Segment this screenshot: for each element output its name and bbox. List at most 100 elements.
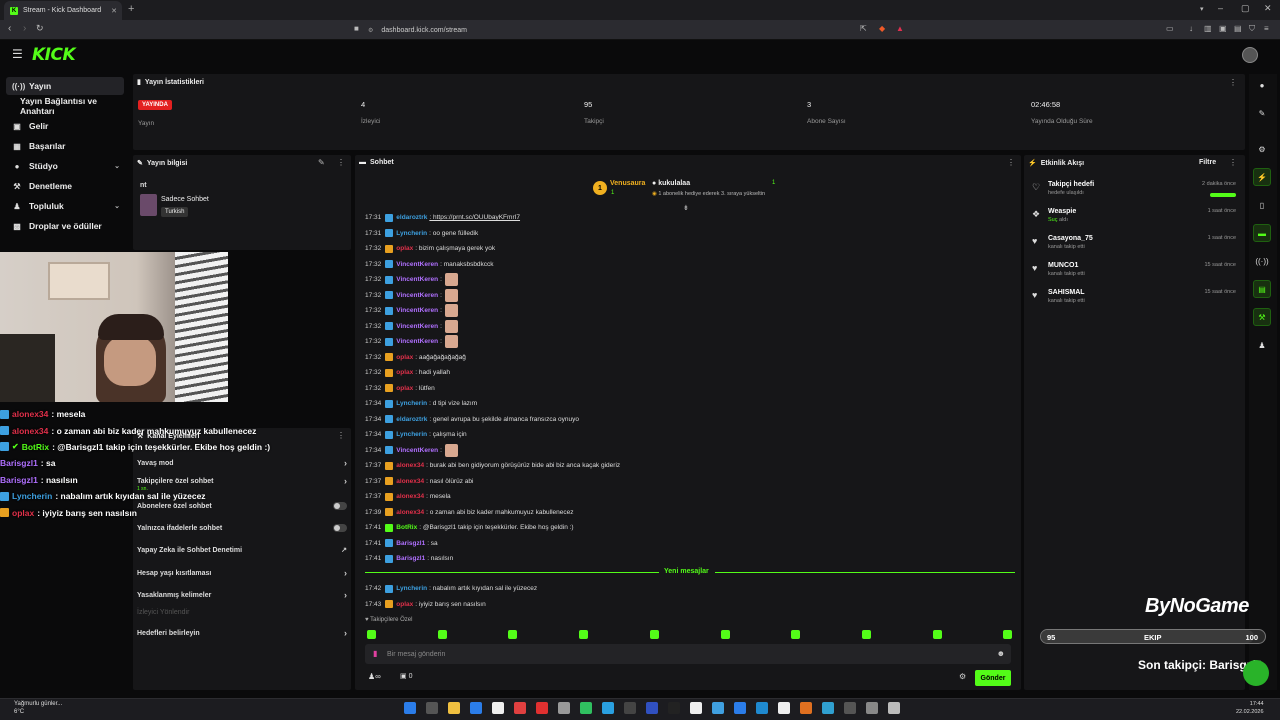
chat-message[interactable]: 17:32 VincentKeren: — [365, 288, 1015, 304]
message-user[interactable]: eldaroztrk — [396, 214, 427, 221]
bookmark-icon[interactable]: ■ — [354, 24, 359, 33]
chat-message[interactable]: 17:37 alonex34: burak abi ben gidiyorum g… — [365, 458, 1015, 474]
chat-message[interactable]: 17:39 alonex34: o zaman abi biz kader mah… — [365, 505, 1015, 521]
vpn-icon[interactable]: ⛉ — [1249, 24, 1255, 34]
message-user[interactable]: VincentKeren — [396, 292, 438, 299]
message-user[interactable]: VincentKeren — [396, 276, 438, 283]
browser-tab[interactable]: K Stream - Kick Dashboard ✕ — [4, 1, 122, 20]
chat-message[interactable]: 17:32 VincentKeren: — [365, 334, 1015, 350]
actions-toolbar-icon[interactable]: ▤ — [1253, 280, 1271, 298]
activity-event[interactable]: ❖ Weaspie Suç aldı 1 saat önce — [1032, 208, 1238, 223]
chat-message[interactable]: 17:37 alonex34: nasıl ölürüz abi — [365, 474, 1015, 490]
taskbar-app-icon[interactable] — [448, 702, 460, 714]
taskbar-app-icon[interactable] — [646, 702, 658, 714]
microphone-icon[interactable]: ▮ — [373, 649, 377, 658]
pencil-icon[interactable]: ✎ — [1253, 104, 1271, 122]
quick-emote-icon[interactable] — [579, 630, 589, 639]
tab-search-icon[interactable]: ▾ — [1200, 5, 1204, 13]
maximize-icon[interactable]: ▢ — [1241, 3, 1250, 14]
chat-message[interactable]: 17:41 Barisgzl1: sa — [365, 536, 1015, 552]
taskbar-app-icon[interactable] — [602, 702, 614, 714]
message-user[interactable]: alonex34 — [396, 478, 424, 485]
chat-message[interactable]: 17:41 Barisgzl1: nasılsın — [365, 551, 1015, 567]
info-icon[interactable]: ● — [1253, 76, 1271, 94]
message-user[interactable]: oplax — [396, 354, 413, 361]
taskbar-app-icon[interactable] — [514, 702, 526, 714]
chat-more-icon[interactable]: ⋮ — [1007, 158, 1015, 167]
split-view-icon[interactable]: ▥ — [1204, 24, 1212, 33]
menu-icon[interactable]: ≡ — [1264, 24, 1269, 33]
wrench-toolbar-icon[interactable]: ⚒ — [1253, 308, 1271, 326]
message-user[interactable]: Lyncherin — [396, 585, 427, 592]
action-emotes-only[interactable]: Yalnızca ifadelerle sohbet — [137, 524, 347, 532]
taskbar-app-icon[interactable] — [404, 702, 416, 714]
taskbar-app-icon[interactable] — [866, 702, 878, 714]
chat-message[interactable]: 17:32 oplax: aağağağağağağ — [365, 350, 1015, 366]
taskbar-app-icon[interactable] — [800, 702, 812, 714]
quick-emote-icon[interactable] — [932, 630, 942, 639]
taskbar-app-icon[interactable] — [734, 702, 746, 714]
message-user[interactable]: Lyncherin — [396, 431, 427, 438]
chat-message[interactable]: 17:31 eldaroztrk: https://prnt.sc/OUUbayK… — [365, 210, 1015, 226]
brave-shield-icon[interactable]: ◆ — [879, 24, 885, 33]
chat-users-icon[interactable]: ♟∞ — [368, 672, 381, 681]
hamburger-menu-icon[interactable]: ☰ — [12, 47, 23, 61]
chat-message[interactable]: 17:37 alonex34: mesela — [365, 489, 1015, 505]
action-raid[interactable]: İzleyici Yönlendir — [137, 609, 347, 616]
leaderboard-user-2[interactable]: ● kukulalaa — [652, 180, 690, 187]
edit-icon[interactable]: ✎ — [318, 158, 325, 167]
message-user[interactable]: oplax — [396, 601, 413, 608]
back-icon[interactable]: ‹ — [8, 23, 11, 34]
action-account-age[interactable]: Hesap yaşı kısıtlaması › — [137, 568, 347, 578]
nav-item-yayin[interactable]: ((·)) Yayın — [6, 77, 124, 95]
action-ai-moderation[interactable]: Yapay Zeka ile Sohbet Denetimi ↗ — [137, 546, 347, 555]
actions-more-icon[interactable]: ⋮ — [337, 431, 345, 440]
message-user[interactable]: oplax — [396, 369, 413, 376]
nav-item-studyo[interactable]: ● Stüdyo ⌄ — [6, 157, 124, 175]
activity-event[interactable]: ♥ MUNCO1 kanalı takip etti 15 saat önce — [1032, 262, 1238, 277]
nav-item-droplar[interactable]: ▩ Droplar ve ödüller — [6, 217, 124, 235]
message-user[interactable]: BotRix — [396, 524, 417, 531]
chat-message[interactable]: 17:34 Lyncherin: çalışma için — [365, 427, 1015, 443]
site-info-icon[interactable]: ⚙ — [368, 27, 373, 34]
broadcast-toolbar-icon[interactable]: ((·)) — [1253, 252, 1271, 270]
quick-emote-icon[interactable] — [437, 630, 447, 639]
chat-message[interactable]: 17:32 oplax: lütfen — [365, 381, 1015, 397]
message-user[interactable]: oplax — [396, 245, 413, 252]
message-user[interactable]: VincentKeren — [396, 323, 438, 330]
taskbar-app-icon[interactable] — [470, 702, 482, 714]
nav-item-basarilar[interactable]: ▦ Başarılar — [6, 137, 124, 155]
emotes-only-toggle[interactable] — [333, 524, 347, 532]
taskbar-app-icon[interactable] — [492, 702, 504, 714]
users-toolbar-icon[interactable]: ♟ — [1253, 336, 1271, 354]
emoji-icon[interactable]: ☻ — [997, 649, 1005, 658]
share-icon[interactable]: ⇱ — [860, 24, 867, 33]
stats-more-icon[interactable]: ⋮ — [1229, 78, 1237, 87]
quick-emote-icon[interactable] — [649, 630, 659, 639]
message-user[interactable]: VincentKeren — [396, 261, 438, 268]
chat-message[interactable]: 17:34 VincentKeren: — [365, 443, 1015, 459]
chat-message[interactable]: 17:31 Lyncherin: oo gene fülledik — [365, 226, 1015, 242]
message-user[interactable]: VincentKeren — [396, 307, 438, 314]
taskbar-app-icon[interactable] — [426, 702, 438, 714]
nav-item-topluluk[interactable]: ♟ Topluluk ⌄ — [6, 197, 124, 215]
quick-emote-icon[interactable] — [861, 630, 871, 639]
brave-rewards-icon[interactable]: ▲ — [896, 24, 904, 33]
message-user[interactable]: eldaroztrk — [396, 416, 427, 423]
message-user[interactable]: alonex34 — [396, 509, 424, 516]
weather-widget[interactable]: Yağmurlu günler... 6°C — [14, 700, 62, 716]
chat-input[interactable]: ▮ Bir mesaj gönderin ☻ — [365, 644, 1011, 664]
message-user[interactable]: VincentKeren — [396, 447, 438, 454]
taskbar-app-icon[interactable] — [668, 702, 680, 714]
activity-event[interactable]: ♥ SAHISMAL kanalı takip etti 15 saat önce — [1032, 289, 1238, 304]
taskbar-app-icon[interactable] — [536, 702, 548, 714]
message-user[interactable]: Lyncherin — [396, 400, 427, 407]
chat-message[interactable]: 17:32 VincentKeren: — [365, 303, 1015, 319]
chat-message[interactable]: 17:32 oplax: hadi yallah — [365, 365, 1015, 381]
taskbar-app-icon[interactable] — [580, 702, 592, 714]
activity-event[interactable]: ♥ Casayona_75 kanalı takip etti 1 saat ön… — [1032, 235, 1238, 250]
close-tab-icon[interactable]: ✕ — [111, 7, 117, 15]
chat-message[interactable]: 17:42 Lyncherin: nabalım artık kıyıdan sa… — [365, 581, 1015, 597]
quick-emote-icon[interactable] — [1003, 630, 1013, 639]
message-user[interactable]: alonex34 — [396, 493, 424, 500]
